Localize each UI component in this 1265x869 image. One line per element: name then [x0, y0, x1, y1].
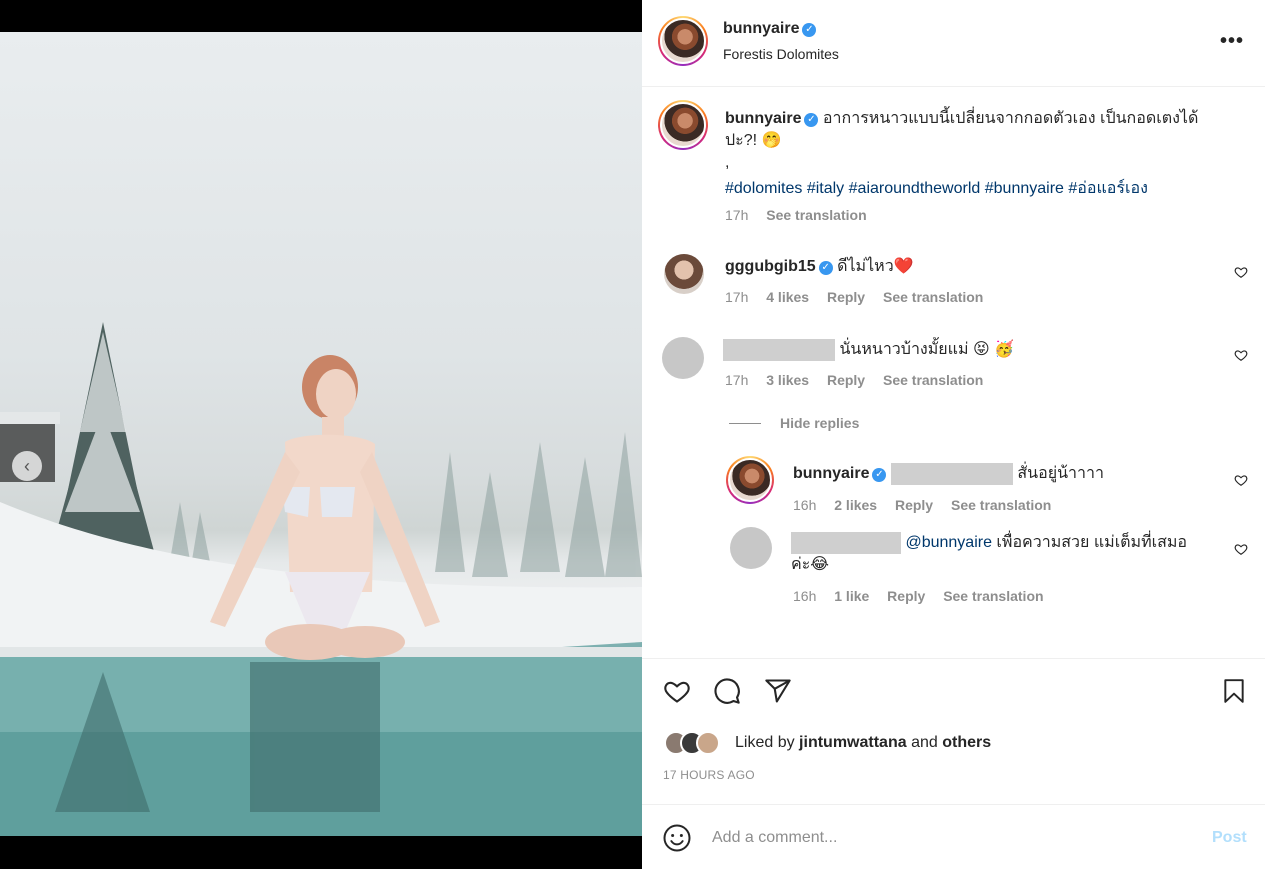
bookmark-icon[interactable] — [1221, 677, 1247, 705]
comment-likes[interactable]: 3 likes — [766, 372, 809, 388]
more-options-icon[interactable]: ••• — [1220, 30, 1244, 53]
redacted-username — [723, 339, 835, 361]
post-header: bunnyaire ✓ Forestis Dolomites ••• — [642, 0, 1265, 87]
comment-emoji: 😝 🥳 — [972, 341, 1015, 359]
hashtag-link[interactable]: #bunnyaire — [985, 180, 1064, 197]
hashtags: #dolomites #italy #aiaroundtheworld #bun… — [725, 176, 1148, 201]
liked-by: Liked by jintumwattana and others — [735, 732, 991, 754]
reply-meta: 16h 2 likes Reply See translation — [793, 497, 1065, 513]
caption-meta: 17h See translation — [725, 207, 881, 223]
redacted-text — [890, 463, 1013, 485]
like-comment-icon[interactable] — [1234, 348, 1248, 362]
verified-icon: ✓ — [872, 468, 887, 483]
verified-icon: ✓ — [804, 113, 819, 127]
liked-by-prefix: Liked by — [735, 734, 795, 751]
share-icon[interactable] — [763, 677, 793, 705]
comment-username[interactable]: gggubgib15 — [725, 258, 816, 275]
reply-text: สั่นอยู่น้าาาา — [1017, 465, 1104, 483]
replies-divider — [729, 423, 761, 424]
liked-by-and: and — [911, 734, 938, 751]
verified-icon: ✓ — [802, 23, 817, 37]
comment-input[interactable]: Add a comment... — [712, 829, 837, 847]
commenter-avatar[interactable] — [664, 254, 704, 294]
comment-time: 17h — [725, 289, 749, 305]
post-button[interactable]: Post — [1212, 829, 1247, 847]
reply-likes[interactable]: 1 like — [834, 588, 869, 604]
hashtag-link[interactable]: #aiaroundtheworld — [849, 180, 981, 197]
post-panel: bunnyaire ✓ Forestis Dolomites ••• bunnya… — [642, 0, 1265, 869]
post-actions: Liked by jintumwattana and others 17 HOU… — [642, 658, 1265, 804]
avatar — [696, 731, 720, 755]
see-translation-link[interactable]: See translation — [883, 372, 983, 388]
chevron-left-icon: ‹ — [24, 455, 30, 476]
author-name-row: bunnyaire ✓ — [723, 20, 817, 38]
reply-username[interactable]: bunnyaire — [793, 465, 869, 482]
liked-by-avatars[interactable] — [664, 731, 732, 755]
hashtag-link[interactable]: #อ่อแอร์เอง — [1068, 180, 1148, 197]
comment: นั่นหนาวบ้างมั้ยแม่ 😝 🥳 — [723, 339, 1014, 361]
reply-meta: 16h 1 like Reply See translation — [793, 588, 1058, 604]
reply-text-line2: ค่ะ — [791, 556, 811, 574]
hide-replies-button[interactable]: Hide replies — [780, 415, 859, 431]
post-time[interactable]: 17 HOURS AGO — [663, 768, 755, 782]
reply-avatar[interactable] — [726, 456, 774, 504]
caption-dot: , — [725, 154, 730, 171]
reply: bunnyaire ✓ สั่นอยู่น้าาาา — [793, 463, 1104, 485]
caption-username[interactable]: bunnyaire — [725, 110, 801, 127]
caption: bunnyaire ✓ อาการหนาวแบบนี้เปลี่ยนจากกอดต… — [725, 108, 1245, 152]
reply-time: 16h — [793, 588, 817, 604]
post-media: ‹ — [0, 0, 642, 869]
photo-scene — [0, 322, 642, 836]
reply-likes[interactable]: 2 likes — [834, 497, 877, 513]
post-photo[interactable]: ‹ — [0, 32, 642, 836]
commenter-avatar[interactable] — [662, 337, 704, 379]
comment-emoji: ❤️ — [893, 258, 914, 275]
post-location[interactable]: Forestis Dolomites — [723, 46, 839, 62]
see-translation-link[interactable]: See translation — [943, 588, 1043, 604]
liked-by-others[interactable]: others — [942, 734, 991, 751]
see-translation-link[interactable]: See translation — [951, 497, 1051, 513]
mention-link[interactable]: @bunnyaire — [905, 534, 992, 551]
hashtag-link[interactable]: #dolomites — [725, 180, 802, 197]
reply-avatar[interactable] — [730, 527, 772, 569]
reply-button[interactable]: Reply — [827, 289, 865, 305]
reply: @bunnyaire เพื่อความสวย แม่เต็มที่เสมอ ค… — [791, 532, 1221, 576]
caption-time: 17h — [725, 207, 749, 223]
caption-avatar[interactable] — [658, 100, 708, 150]
carousel-prev-button[interactable]: ‹ — [12, 451, 42, 481]
see-translation-link[interactable]: See translation — [766, 207, 866, 223]
redacted-username — [791, 532, 901, 554]
reply-emoji: 😂 — [810, 556, 829, 574]
liked-by-user[interactable]: jintumwattana — [799, 734, 907, 751]
comment-meta: 17h 3 likes Reply See translation — [725, 372, 997, 388]
comment-meta: 17h 4 likes Reply See translation — [725, 289, 997, 305]
like-icon[interactable] — [662, 677, 692, 705]
caption-text-line2: ปะ?! — [725, 132, 758, 149]
emoji-icon[interactable] — [662, 823, 692, 853]
caption-emoji: 🤭 — [761, 132, 782, 149]
reply-time: 16h — [793, 497, 817, 513]
like-comment-icon[interactable] — [1234, 542, 1248, 556]
caption-text: อาการหนาวแบบนี้เปลี่ยนจากกอดตัวเอง เป็นก… — [822, 110, 1199, 127]
comment: gggubgib15 ✓ ดีไม่ไหว❤️ — [725, 256, 914, 278]
like-comment-icon[interactable] — [1234, 473, 1248, 487]
reply-button[interactable]: Reply — [895, 497, 933, 513]
add-comment-bar: Add a comment... Post — [642, 804, 1265, 869]
reply-button[interactable]: Reply — [887, 588, 925, 604]
comment-text: นั่นหนาวบ้างมั้ยแม่ — [839, 341, 969, 359]
see-translation-link[interactable]: See translation — [883, 289, 983, 305]
comment-time: 17h — [725, 372, 749, 388]
author-username[interactable]: bunnyaire — [723, 20, 799, 37]
author-avatar[interactable] — [658, 16, 708, 66]
verified-icon: ✓ — [818, 261, 833, 275]
reply-button[interactable]: Reply — [827, 372, 865, 388]
like-comment-icon[interactable] — [1234, 265, 1248, 279]
comment-text: ดีไม่ไหว — [837, 258, 894, 275]
comment-likes[interactable]: 4 likes — [766, 289, 809, 305]
hashtag-link[interactable]: #italy — [807, 180, 844, 197]
comment-icon[interactable] — [713, 677, 741, 705]
reply-text: เพื่อความสวย แม่เต็มที่เสมอ — [996, 534, 1188, 552]
